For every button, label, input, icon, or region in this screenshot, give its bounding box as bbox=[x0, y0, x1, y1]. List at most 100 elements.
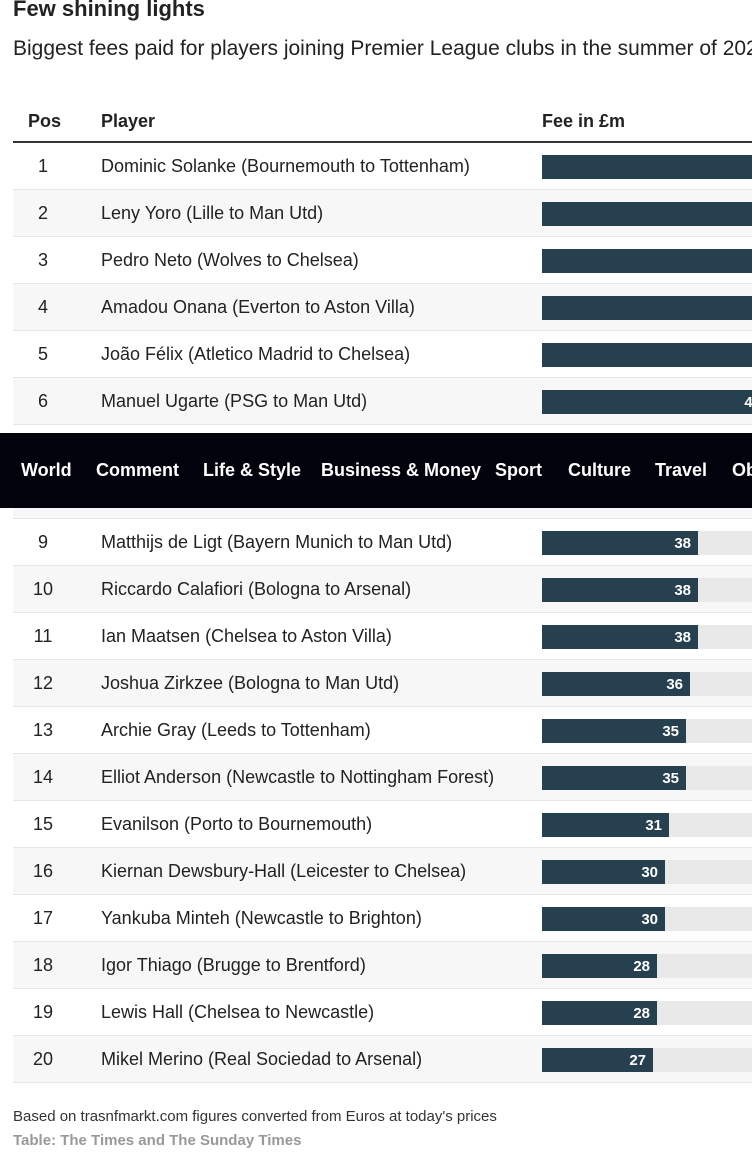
table-row: 14 Elliot Anderson (Newcastle to Nottingh… bbox=[13, 754, 752, 801]
table-row: 12 Joshua Zirkzee (Bologna to Man Utd) 36 bbox=[13, 660, 752, 707]
fee-value-label: 38 bbox=[674, 535, 691, 552]
fee-value-label: 35 bbox=[662, 770, 679, 787]
fee-bar bbox=[542, 202, 752, 226]
table-row: 15 Evanilson (Porto to Bournemouth) 31 bbox=[13, 801, 752, 848]
fee-bar-track: 30 bbox=[542, 860, 752, 884]
fee-value-label: 27 bbox=[629, 1052, 646, 1069]
fee-bar-track: 35 bbox=[542, 766, 752, 790]
row-position: 12 bbox=[32, 673, 54, 693]
nav-item-culture[interactable]: Culture bbox=[568, 460, 631, 481]
row-player: Manuel Ugarte (PSG to Man Utd) bbox=[101, 391, 368, 411]
row-player: Evanilson (Porto to Bournemouth) bbox=[101, 814, 373, 834]
fee-bar-track: 38 bbox=[542, 531, 752, 555]
row-player: Amadou Onana (Everton to Aston Villa) bbox=[101, 297, 415, 317]
table-row: 10 Riccardo Calafiori (Bologna to Arsenal… bbox=[13, 566, 752, 613]
row-player: João Félix (Atletico Madrid to Chelsea) bbox=[101, 344, 411, 364]
row-player: Kiernan Dewsbury-Hall (Leicester to Chel… bbox=[101, 861, 467, 881]
fee-bar: 35 bbox=[542, 719, 686, 743]
fee-bar: 4 bbox=[542, 343, 752, 367]
nav-item-business-money[interactable]: Business & Money bbox=[321, 460, 481, 481]
nav-item-comment[interactable]: Comment bbox=[96, 460, 179, 481]
fee-bar: 38 bbox=[542, 625, 698, 649]
fee-bar: 36 bbox=[542, 672, 690, 696]
table-subtitle: Biggest fees paid for players joining Pr… bbox=[13, 37, 752, 60]
nav-item-travel[interactable]: Travel bbox=[655, 460, 707, 481]
fee-bar: 31 bbox=[542, 813, 669, 837]
fee-bar: 35 bbox=[542, 766, 686, 790]
fee-bar: 38 bbox=[542, 531, 698, 555]
row-position: 6 bbox=[37, 391, 48, 411]
row-position: 15 bbox=[32, 814, 54, 834]
row-position: 2 bbox=[37, 203, 48, 223]
table-row: 20 Mikel Merino (Real Sociedad to Arsenal… bbox=[13, 1036, 752, 1083]
footnote: Based on trasnfmarkt.com figures convert… bbox=[13, 1108, 497, 1125]
table-row: 16 Kiernan Dewsbury-Hall (Leicester to Ch… bbox=[13, 848, 752, 895]
row-player: Pedro Neto (Wolves to Chelsea) bbox=[101, 250, 359, 270]
row-position: 1 bbox=[37, 156, 48, 176]
fee-bar: 28 bbox=[542, 1001, 657, 1025]
nav-item-sport[interactable]: Sport bbox=[495, 460, 542, 481]
fee-value-label: 38 bbox=[674, 629, 691, 646]
row-player: Ian Maatsen (Chelsea to Aston Villa) bbox=[101, 626, 392, 646]
page: Few shining lights Biggest fees paid for… bbox=[0, 0, 752, 1171]
row-player: Lewis Hall (Chelsea to Newcastle) bbox=[101, 1002, 375, 1022]
fee-bar-track bbox=[542, 296, 752, 320]
table-row: 13 Archie Gray (Leeds to Tottenham) 35 bbox=[13, 707, 752, 754]
column-header-pos: Pos bbox=[28, 111, 62, 131]
row-player: Dominic Solanke (Bournemouth to Tottenha… bbox=[101, 156, 470, 176]
table-row: 1 Dominic Solanke (Bournemouth to Tottenh… bbox=[13, 143, 752, 190]
fee-bar-track: 35 bbox=[542, 719, 752, 743]
table-row: 4 Amadou Onana (Everton to Aston Villa) bbox=[13, 284, 752, 331]
row-position: 13 bbox=[32, 720, 54, 740]
row-player: Matthijs de Ligt (Bayern Munich to Man U… bbox=[101, 532, 453, 552]
fee-value-label: 28 bbox=[633, 958, 650, 975]
row-player: Leny Yoro (Lille to Man Utd) bbox=[101, 203, 324, 223]
fee-bar-track: 31 bbox=[542, 813, 752, 837]
fee-bar-track bbox=[542, 155, 752, 179]
fee-bar: 30 bbox=[542, 860, 665, 884]
row-player: Yankuba Minteh (Newcastle to Brighton) bbox=[101, 908, 422, 928]
fee-value-label: 30 bbox=[641, 864, 658, 881]
row-player: Riccardo Calafiori (Bologna to Arsenal) bbox=[101, 579, 412, 599]
table-row: 5 João Félix (Atletico Madrid to Chelsea)… bbox=[13, 331, 752, 378]
fee-bar-track: 30 bbox=[542, 907, 752, 931]
fee-bar: 42 bbox=[542, 390, 752, 414]
fee-bar-track: 27 bbox=[542, 1048, 752, 1072]
fee-value-label: 35 bbox=[662, 723, 679, 740]
fee-bar: 27 bbox=[542, 1048, 653, 1072]
fee-bar bbox=[542, 249, 752, 273]
fee-value-label: 38 bbox=[674, 582, 691, 599]
row-position: 17 bbox=[32, 908, 54, 928]
table-body: 1 Dominic Solanke (Bournemouth to Tottenh… bbox=[13, 143, 752, 1083]
table-row: 11 Ian Maatsen (Chelsea to Aston Villa) 38 bbox=[13, 613, 752, 660]
table-row: 2 Leny Yoro (Lille to Man Utd) bbox=[13, 190, 752, 237]
table-row: 17 Yankuba Minteh (Newcastle to Brighton)… bbox=[13, 895, 752, 942]
row-position: 4 bbox=[37, 297, 48, 317]
nav-item-life-style[interactable]: Life & Style bbox=[203, 460, 301, 481]
fee-bar-track bbox=[542, 202, 752, 226]
row-player: Igor Thiago (Brugge to Brentford) bbox=[101, 955, 366, 975]
fee-bar-track: 4 bbox=[542, 343, 752, 367]
fee-value-label: 31 bbox=[645, 817, 662, 834]
row-position: 19 bbox=[32, 1002, 54, 1022]
fee-bar: 30 bbox=[542, 907, 665, 931]
row-player: Archie Gray (Leeds to Tottenham) bbox=[101, 720, 371, 740]
row-position: 20 bbox=[32, 1049, 54, 1069]
nav-item-obituaries[interactable]: Obituaries bbox=[732, 460, 752, 481]
table-row: 3 Pedro Neto (Wolves to Chelsea) bbox=[13, 237, 752, 284]
fee-bar-track: 28 bbox=[542, 1001, 752, 1025]
table-row: 19 Lewis Hall (Chelsea to Newcastle) 28 bbox=[13, 989, 752, 1036]
fee-bar-track: 28 bbox=[542, 954, 752, 978]
fee-value-label: 28 bbox=[633, 1005, 650, 1022]
row-player: Mikel Merino (Real Sociedad to Arsenal) bbox=[101, 1049, 423, 1069]
transfer-fees-table: Pos Player Fee in £m 1 Dominic Solanke (B… bbox=[13, 97, 752, 1083]
row-position: 9 bbox=[37, 532, 48, 552]
fee-bar: 28 bbox=[542, 954, 657, 978]
row-position: 18 bbox=[32, 955, 54, 975]
row-player: Elliot Anderson (Newcastle to Nottingham… bbox=[101, 767, 495, 787]
fee-bar-track: 42 bbox=[542, 390, 752, 414]
column-header-player: Player bbox=[101, 111, 156, 131]
row-position: 3 bbox=[37, 250, 48, 270]
nav-item-world[interactable]: World bbox=[21, 460, 72, 481]
row-position: 5 bbox=[37, 344, 48, 364]
